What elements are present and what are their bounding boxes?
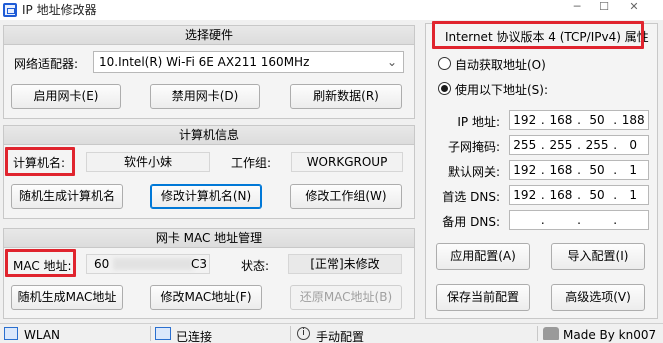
status-separator bbox=[290, 326, 291, 341]
status-mode: 手动配置 bbox=[316, 330, 365, 343]
ip-dot: . bbox=[540, 113, 545, 127]
user-icon bbox=[543, 327, 559, 340]
ip-octet: 188 bbox=[621, 113, 645, 127]
adapter-value: 10.Intel(R) Wi-Fi 6E AX211 160MHz bbox=[99, 55, 310, 69]
ip-octet: 192 bbox=[513, 163, 537, 177]
modify-workgroup-button[interactable]: 修改工作组(W) bbox=[290, 184, 402, 209]
ip-octet: 50 bbox=[589, 188, 605, 202]
ip-octet: 1 bbox=[629, 188, 638, 202]
network-adapter-icon bbox=[4, 327, 18, 340]
random-mac-button[interactable]: 随机生成MAC地址 bbox=[11, 285, 123, 310]
ip-octet: 192 bbox=[513, 188, 537, 202]
hardware-header: 选择硬件 bbox=[4, 26, 414, 45]
ip-dot: . bbox=[540, 188, 545, 202]
ip-address-input[interactable]: 192. 168. 50. 188 bbox=[509, 110, 649, 130]
close-icon[interactable]: ✕ bbox=[622, 0, 646, 14]
alternate-dns-input[interactable]: ... bbox=[509, 210, 649, 230]
refresh-button[interactable]: 刷新数据(R) bbox=[290, 84, 402, 109]
ip-octet bbox=[618, 211, 648, 229]
ip-octet bbox=[582, 211, 612, 229]
ip-octet: 1 bbox=[629, 163, 638, 177]
ip-dot: . bbox=[613, 213, 618, 227]
manual-address-radio[interactable] bbox=[438, 82, 451, 95]
title-bar bbox=[0, 0, 663, 20]
ip-octet: 255 bbox=[585, 138, 609, 152]
mac-value-end: C3 bbox=[191, 257, 208, 271]
ipv4-header: Internet 协议版本 4 (TCP/IPv4) 属性 bbox=[445, 30, 649, 44]
auto-address-label: 自动获取地址(O) bbox=[455, 58, 546, 72]
ip-dot: . bbox=[577, 163, 581, 177]
maximize-icon[interactable]: ☐ bbox=[592, 0, 616, 14]
ip-dot: . bbox=[540, 138, 545, 152]
adapter-select[interactable]: 10.Intel(R) Wi-Fi 6E AX211 160MHz ⌄ bbox=[93, 51, 404, 73]
import-config-button[interactable]: 导入配置(I) bbox=[551, 243, 645, 270]
ip-dot: . bbox=[577, 138, 581, 152]
ip-octet: 168 bbox=[549, 188, 573, 202]
preferred-dns-input[interactable]: 192. 168. 50. 1 bbox=[509, 185, 649, 205]
workgroup-field[interactable]: WORKGROUP bbox=[291, 152, 403, 172]
gateway-label: 默认网关: bbox=[447, 165, 500, 179]
manual-address-label: 使用以下地址(S): bbox=[455, 83, 549, 97]
ip-octet bbox=[510, 211, 540, 229]
status-adapter: WLAN bbox=[24, 328, 61, 342]
gateway-input[interactable]: 192. 168. 50. 1 bbox=[509, 160, 649, 180]
ip-address-label: IP 地址: bbox=[457, 115, 500, 129]
random-computer-name-button[interactable]: 随机生成计算机名 bbox=[11, 184, 123, 209]
computer-name-field[interactable]: 软件小妹 bbox=[86, 152, 210, 172]
alternate-dns-label: 备用 DNS: bbox=[442, 215, 500, 229]
info-icon: i bbox=[297, 327, 310, 340]
ip-octet: 192 bbox=[513, 113, 537, 127]
mac-status-value: [正常]未修改 bbox=[288, 254, 402, 274]
ip-dot: . bbox=[613, 163, 618, 177]
auto-address-radio[interactable] bbox=[438, 57, 451, 70]
ip-octet: 255 bbox=[549, 138, 573, 152]
workgroup-label: 工作组: bbox=[231, 156, 272, 170]
mac-header: 网卡 MAC 地址管理 bbox=[4, 229, 414, 248]
mac-blur-mask bbox=[113, 258, 193, 270]
modify-mac-button[interactable]: 修改MAC地址(F) bbox=[150, 285, 262, 310]
ip-octet: 0 bbox=[629, 138, 638, 152]
status-connection: 已连接 bbox=[176, 330, 213, 343]
ip-octet: 168 bbox=[549, 163, 573, 177]
adapter-label: 网络适配器: bbox=[14, 57, 79, 71]
enable-adapter-button[interactable]: 启用网卡(E) bbox=[11, 84, 121, 109]
advanced-options-button[interactable]: 高级选项(V) bbox=[551, 284, 645, 311]
preferred-dns-label: 首选 DNS: bbox=[442, 190, 500, 204]
ip-octet: 50 bbox=[589, 163, 605, 177]
ip-dot: . bbox=[577, 113, 581, 127]
ip-dot: . bbox=[577, 188, 581, 202]
status-separator bbox=[537, 326, 538, 341]
ip-dot: . bbox=[613, 188, 618, 202]
computer-name-label: 计算机名: bbox=[13, 156, 66, 170]
connection-icon bbox=[155, 327, 171, 340]
ip-dot: . bbox=[613, 113, 618, 127]
ip-octet: 255 bbox=[513, 138, 537, 152]
restore-mac-button[interactable]: 还原MAC地址(B) bbox=[290, 285, 402, 310]
ip-octet: 168 bbox=[549, 113, 573, 127]
subnet-mask-input[interactable]: 255. 255. 255. 0 bbox=[509, 135, 649, 155]
mac-address-field[interactable]: 60 C3 bbox=[86, 254, 210, 274]
ip-dot: . bbox=[613, 138, 618, 152]
chevron-down-icon: ⌄ bbox=[386, 55, 397, 69]
app-icon bbox=[3, 3, 17, 17]
ip-octet: 50 bbox=[589, 113, 605, 127]
status-author: Made By kn007 bbox=[563, 328, 657, 342]
ip-dot: . bbox=[540, 213, 545, 227]
mac-value-start: 60 bbox=[94, 257, 110, 271]
apply-config-button[interactable]: 应用配置(A) bbox=[436, 243, 530, 270]
computer-header: 计算机信息 bbox=[4, 126, 414, 145]
ip-dot: . bbox=[540, 163, 545, 177]
ip-octet bbox=[546, 211, 576, 229]
disable-adapter-button[interactable]: 禁用网卡(D) bbox=[150, 84, 260, 109]
subnet-mask-label: 子网掩码: bbox=[447, 140, 500, 154]
window-title: IP 地址修改器 bbox=[22, 3, 97, 17]
status-separator bbox=[150, 326, 151, 341]
modify-computer-name-button[interactable]: 修改计算机名(N) bbox=[150, 184, 262, 209]
minimize-icon[interactable]: ─ bbox=[565, 0, 589, 14]
ip-dot: . bbox=[577, 213, 581, 227]
mac-status-label: 状态: bbox=[241, 259, 270, 273]
save-config-button[interactable]: 保存当前配置 bbox=[436, 284, 530, 311]
mac-address-label: MAC 地址: bbox=[13, 259, 72, 273]
